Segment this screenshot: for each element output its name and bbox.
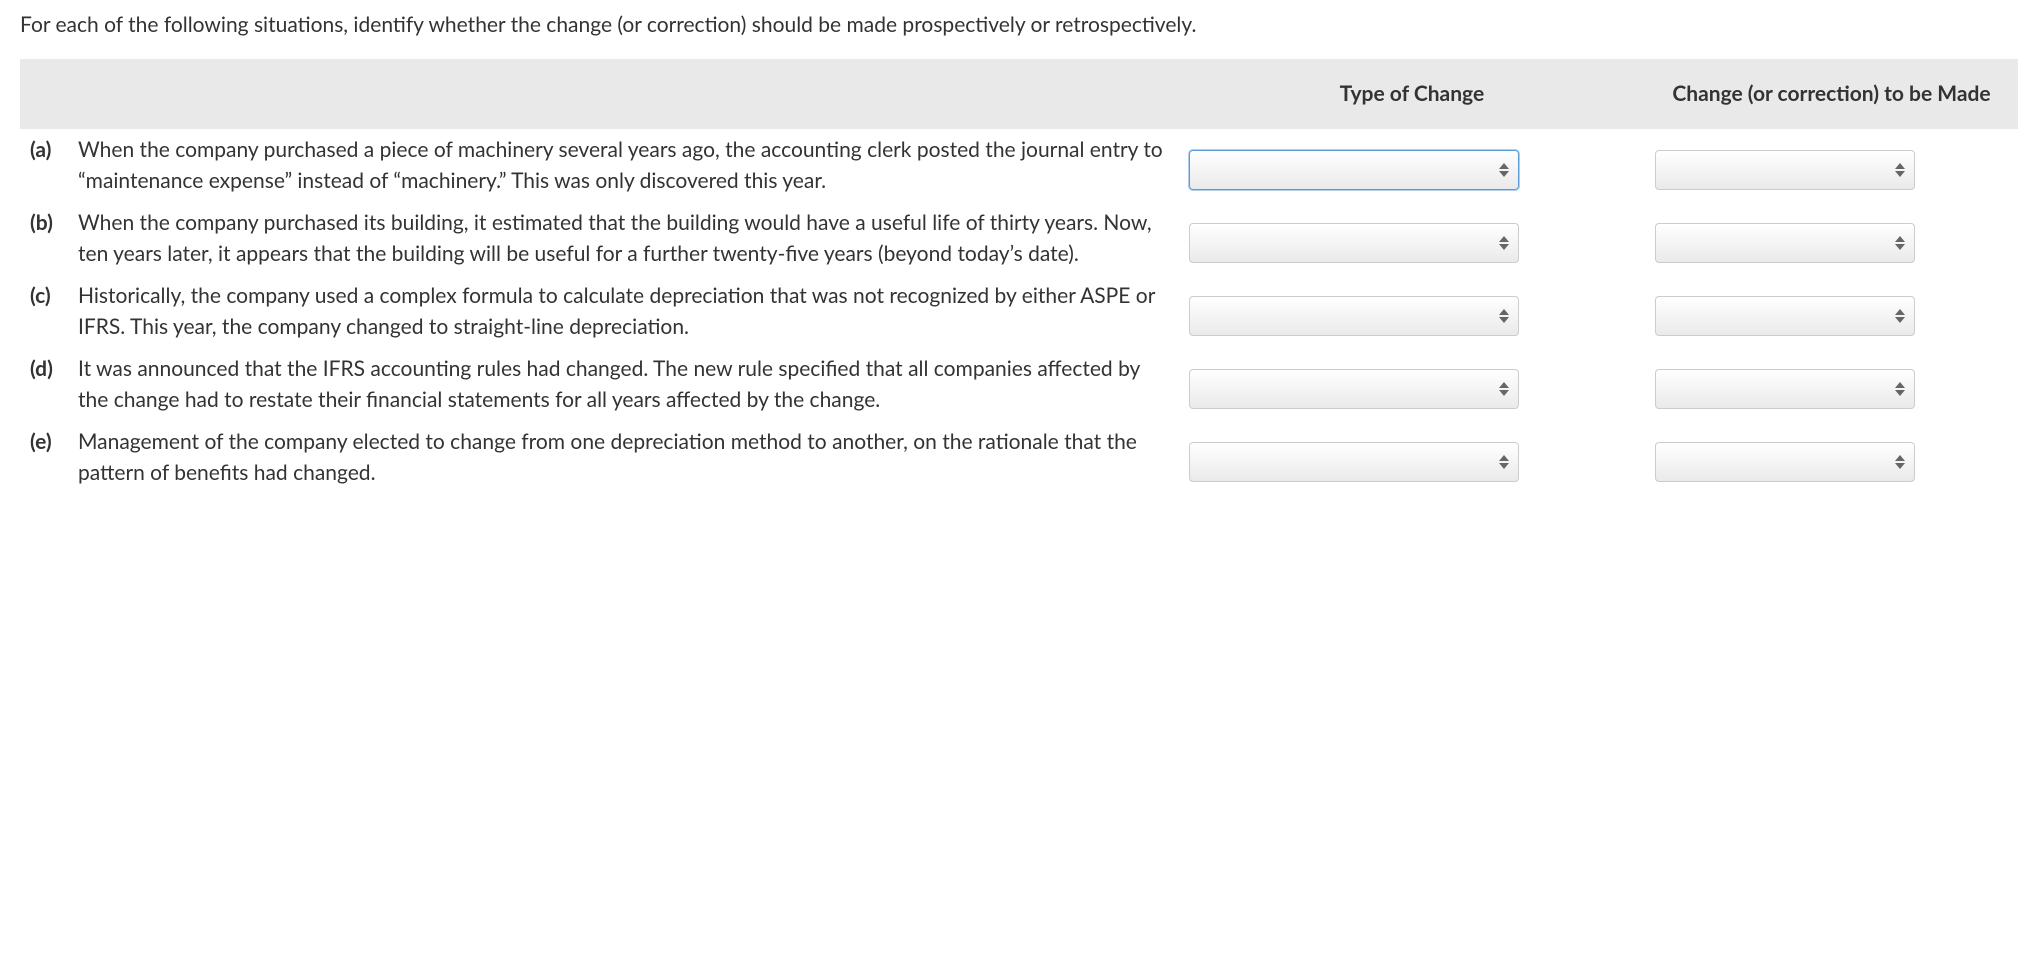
table-row: (c) Historically, the company used a com… xyxy=(20,275,2018,348)
item-text: Management of the company elected to cha… xyxy=(78,426,1169,489)
correction-select[interactable] xyxy=(1655,296,1915,336)
item-label: (d) xyxy=(30,353,78,416)
item-label: (e) xyxy=(30,426,78,489)
correction-select[interactable] xyxy=(1655,442,1915,482)
item-text: When the company purchased a piece of ma… xyxy=(78,134,1169,197)
table-row: (e) Management of the company elected to… xyxy=(20,421,2018,494)
header-correction: Change (or correction) to be Made xyxy=(1645,59,2018,128)
table-row: (b) When the company purchased its build… xyxy=(20,202,2018,275)
type-of-change-select[interactable] xyxy=(1189,442,1519,482)
table-row: (a) When the company purchased a piece o… xyxy=(20,129,2018,202)
item-text: Historically, the company used a complex… xyxy=(78,280,1169,343)
type-of-change-select[interactable] xyxy=(1189,369,1519,409)
item-label: (c) xyxy=(30,280,78,343)
correction-select[interactable] xyxy=(1655,223,1915,263)
correction-select[interactable] xyxy=(1655,369,1915,409)
item-text: It was announced that the IFRS accountin… xyxy=(78,353,1169,416)
item-text: When the company purchased its building,… xyxy=(78,207,1169,270)
questions-table: Type of Change Change (or correction) to… xyxy=(20,59,2018,493)
type-of-change-select[interactable] xyxy=(1189,223,1519,263)
type-of-change-select[interactable] xyxy=(1189,296,1519,336)
item-label: (b) xyxy=(30,207,78,270)
correction-select[interactable] xyxy=(1655,150,1915,190)
header-type-of-change: Type of Change xyxy=(1179,59,1645,128)
header-description xyxy=(20,59,1179,128)
table-row: (d) It was announced that the IFRS accou… xyxy=(20,348,2018,421)
item-label: (a) xyxy=(30,134,78,197)
instruction-text: For each of the following situations, id… xyxy=(20,10,2018,39)
type-of-change-select[interactable] xyxy=(1189,150,1519,190)
